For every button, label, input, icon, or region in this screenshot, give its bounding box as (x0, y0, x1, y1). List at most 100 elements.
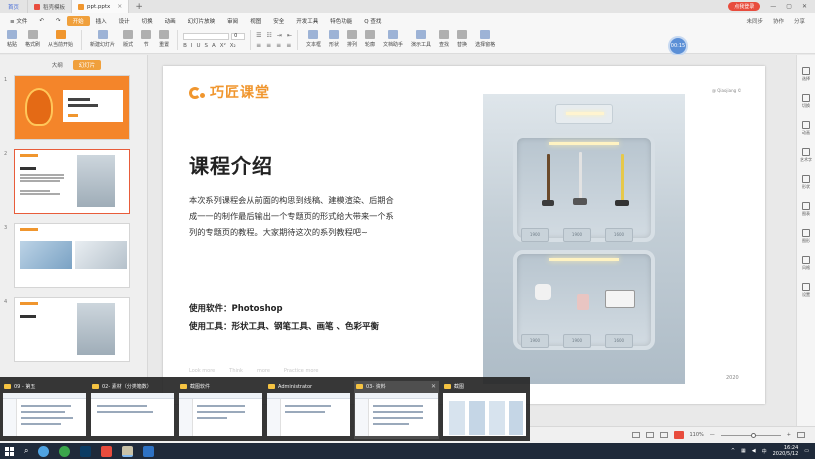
tab-home[interactable]: 首页 (0, 0, 28, 13)
login-button[interactable]: 点我登录 (728, 2, 761, 11)
zoom-out-button[interactable]: — (710, 432, 715, 438)
start-button[interactable] (5, 446, 14, 456)
new-tab-button[interactable]: + (129, 2, 149, 12)
sidebar-wordart[interactable]: 艺术字 (800, 148, 812, 163)
software-line[interactable]: 使用软件：Photoshop (189, 302, 283, 314)
menu-design[interactable]: 设计 (113, 13, 136, 28)
paste-button[interactable]: 粘贴 (4, 30, 20, 48)
fit-window-icon[interactable] (797, 432, 805, 438)
menu-review[interactable]: 审阅 (221, 13, 244, 28)
menu-animation[interactable]: 动画 (159, 13, 182, 28)
wps-icon[interactable] (101, 445, 113, 457)
sidebar-animation[interactable]: 动画 (802, 121, 810, 136)
switcher-window-active[interactable]: 03- 资料 ✕ (354, 381, 439, 439)
clock[interactable]: 16:24 2020/5/12 (773, 445, 799, 457)
reset-button[interactable]: 重置 (156, 30, 172, 48)
numbering-icon[interactable]: ☷ (266, 32, 271, 39)
subscript-button[interactable]: X₂ (230, 43, 236, 49)
tab-docer[interactable]: 稻壳模板 (28, 0, 73, 13)
superscript-button[interactable]: X² (220, 43, 226, 49)
menu-devtools[interactable]: 开发工具 (290, 13, 324, 28)
menu-security[interactable]: 安全 (267, 13, 290, 28)
search-icon[interactable]: ⌕ (24, 446, 28, 456)
sidebar-transition[interactable]: 切换 (802, 94, 810, 109)
sidebar-select[interactable]: 选择 (802, 67, 810, 82)
collaborate-button[interactable]: 协作 (773, 17, 784, 25)
menu-home[interactable]: 开始 (66, 15, 90, 26)
slide-thumbnail-1[interactable] (14, 75, 130, 140)
indent-icon[interactable]: ⇥ (277, 32, 282, 39)
play-current-button[interactable]: 从当前开始 (45, 30, 76, 48)
sidebar-chart[interactable]: 图表 (802, 202, 810, 217)
menu-file[interactable]: ≡ 文件 (4, 13, 33, 28)
minimize-icon[interactable]: — (770, 3, 776, 10)
align-left-icon[interactable]: ≡ (256, 42, 261, 49)
switcher-window[interactable]: 09 - 第五 (2, 381, 87, 439)
justify-icon[interactable]: ≡ (286, 42, 291, 49)
switcher-window[interactable]: 02- 素材（分类箱数） (90, 381, 175, 439)
share-button[interactable]: 分享 (794, 17, 805, 25)
input-language[interactable]: 中 (762, 448, 767, 455)
maximize-icon[interactable]: ▢ (786, 3, 792, 10)
switcher-window[interactable]: 截图软件 (178, 381, 263, 439)
menu-features[interactable]: 特色功能 (324, 13, 358, 28)
bold-button[interactable]: B (183, 43, 187, 49)
sidebar-graphic[interactable]: 图形 (802, 229, 810, 244)
font-size-input[interactable]: 0 (231, 33, 246, 40)
fridge-image[interactable]: 1900 1900 1600 1900 1900 1600 (483, 94, 685, 384)
strike-button[interactable]: S (205, 43, 209, 49)
underline-button[interactable]: U (197, 43, 201, 49)
switcher-window[interactable]: Administrator (266, 381, 351, 439)
menu-insert[interactable]: 插入 (90, 13, 113, 28)
align-center-icon[interactable]: ≡ (266, 42, 271, 49)
shape-button[interactable]: 形状 (326, 30, 342, 48)
recording-timer[interactable]: 00:15 (668, 36, 688, 56)
layout-button[interactable]: 版式 (120, 30, 136, 48)
slide-body-text[interactable]: 本次系列课程会从前面的构思到线稿、建模渲染、后期合成一一的制作最后输出一个专题页… (189, 192, 397, 240)
sidebar-shape[interactable]: 形状 (802, 175, 810, 190)
undo-icon[interactable]: ↶ (33, 13, 50, 28)
menu-slideshow[interactable]: 幻灯片放映 (182, 13, 222, 28)
volume-icon[interactable]: ◀ (752, 448, 756, 454)
outdent-icon[interactable]: ⇤ (287, 32, 292, 39)
sync-status[interactable]: 未同步 (746, 17, 763, 25)
ie-icon[interactable] (38, 445, 50, 457)
replace-button[interactable]: 替换 (454, 30, 470, 48)
tray-expand-icon[interactable]: ^ (731, 448, 735, 454)
zoom-in-button[interactable]: + (787, 432, 791, 438)
close-window-icon[interactable]: ✕ (802, 3, 807, 10)
tab-outline[interactable]: 大纲 (46, 60, 69, 70)
italic-button[interactable]: I (191, 43, 193, 49)
switcher-window[interactable]: 截图 (442, 381, 527, 439)
sorter-view-icon[interactable] (645, 432, 654, 438)
doc-assistant-button[interactable]: 文档助手 (380, 30, 406, 48)
arrange-button[interactable]: 排列 (344, 30, 360, 48)
new-slide-button[interactable]: 新建幻灯片 (87, 30, 118, 48)
sidebar-settings[interactable]: 设置 (802, 283, 810, 298)
close-icon[interactable]: ✕ (431, 383, 436, 390)
file-explorer-icon[interactable] (122, 445, 134, 457)
slide-thumbnail-4[interactable] (14, 297, 130, 362)
sidebar-style[interactable]: 风格 (802, 256, 810, 271)
current-slide[interactable]: 巧匠课堂 @ Qiaojiang © 课程介绍 本次系列课程会从前面的构思到线稿… (163, 66, 765, 404)
wechat-icon[interactable] (59, 445, 71, 457)
slide-thumbnail-3[interactable] (14, 223, 130, 288)
presentation-tools-button[interactable]: 演示工具 (408, 30, 434, 48)
tab-document[interactable]: ppt.pptx × (72, 0, 130, 13)
slide-title[interactable]: 课程介绍 (189, 150, 273, 179)
menu-transition[interactable]: 切换 (136, 13, 159, 28)
align-right-icon[interactable]: ≡ (276, 42, 281, 49)
textbox-button[interactable]: 文本框 (303, 30, 324, 48)
close-tab-icon[interactable]: × (117, 3, 122, 10)
bullets-icon[interactable]: ☰ (256, 32, 261, 39)
zoom-level[interactable]: 110% (690, 432, 704, 438)
app-icon[interactable] (143, 445, 155, 457)
outline-button[interactable]: 轮廓 (362, 30, 378, 48)
format-painter-button[interactable]: 格式刷 (22, 30, 43, 48)
font-color-button[interactable]: A (212, 43, 216, 49)
menu-view[interactable]: 视图 (244, 13, 267, 28)
zoom-slider[interactable] (720, 432, 781, 438)
section-button[interactable]: 节 (138, 30, 154, 48)
reading-view-icon[interactable] (659, 432, 668, 438)
menu-search[interactable]: Q 查找 (358, 13, 387, 28)
